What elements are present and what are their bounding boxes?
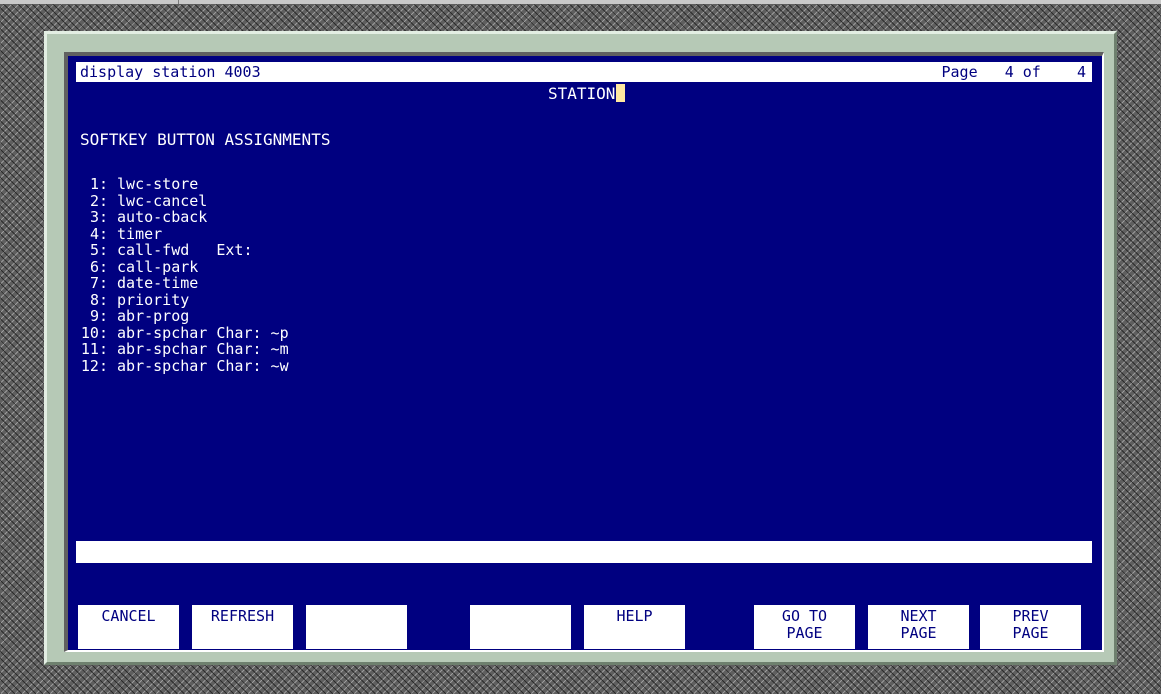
softkey-row[interactable]: 5: call-fwd Ext: bbox=[80, 242, 289, 259]
section-title: SOFTKEY BUTTON ASSIGNMENTS bbox=[80, 130, 331, 149]
fkey-label-line2: PAGE bbox=[1012, 624, 1049, 642]
softkey-value[interactable]: call-park bbox=[117, 258, 198, 276]
softkey-value[interactable]: lwc-cancel bbox=[117, 192, 207, 210]
softkey-row[interactable]: 4: timer bbox=[80, 224, 289, 243]
softkey-value[interactable]: date-time bbox=[117, 274, 198, 292]
softkey-value[interactable]: priority bbox=[117, 291, 189, 309]
softkey-number: 3: bbox=[89, 208, 108, 226]
softkey-row[interactable]: 11: abr-spchar Char: ~m bbox=[80, 341, 289, 358]
window-tab-divider bbox=[178, 0, 179, 4]
fkey-label-line1: PREV bbox=[1012, 607, 1049, 625]
softkey-row[interactable]: 9: abr-prog bbox=[80, 308, 289, 325]
softkey-row[interactable]: 10: abr-spchar Char: ~p bbox=[80, 323, 289, 342]
softkey-row[interactable]: 8: priority bbox=[80, 290, 289, 309]
fkey-label-line1: REFRESH bbox=[210, 607, 275, 625]
form-name: STATION bbox=[548, 84, 616, 103]
page-current: 4 bbox=[1004, 63, 1014, 81]
softkey-value[interactable]: call-fwd Ext: bbox=[117, 241, 252, 259]
softkey-row[interactable]: 1: lwc-store bbox=[80, 176, 289, 193]
softkey-value[interactable]: abr-spchar Char: ~p bbox=[117, 324, 289, 342]
softkey-row[interactable]: 6: call-park bbox=[80, 257, 289, 276]
softkey-value[interactable]: abr-spchar Char: ~w bbox=[117, 357, 289, 375]
page-of-label: of bbox=[1022, 63, 1041, 81]
terminal-screen[interactable]: display station 4003 Page 4 of 4 STATION… bbox=[64, 52, 1104, 652]
cancel-button[interactable]: CANCEL bbox=[78, 605, 179, 649]
softkey-number: 4: bbox=[89, 224, 108, 243]
softkey-number: 11: bbox=[80, 340, 108, 358]
fkey-label-line2: PAGE bbox=[786, 624, 823, 642]
softkey-number: 5: bbox=[89, 241, 108, 259]
fkey-label-line1: HELP bbox=[616, 607, 653, 625]
softkey-row[interactable]: 3: auto-cback bbox=[80, 209, 289, 226]
softkey-number: 10: bbox=[80, 323, 108, 342]
softkey-number: 9: bbox=[89, 307, 108, 325]
page-indicator: Page 4 of 4 bbox=[942, 62, 1087, 82]
page-total: 4 bbox=[1076, 63, 1086, 81]
softkey-value[interactable]: abr-prog bbox=[117, 307, 189, 325]
softkey-number: 8: bbox=[89, 290, 108, 309]
blank-function-key-4[interactable] bbox=[470, 605, 571, 649]
help-button[interactable]: HELP bbox=[584, 605, 685, 649]
softkey-row[interactable]: 7: date-time bbox=[80, 275, 289, 292]
text-cursor[interactable] bbox=[616, 84, 626, 102]
go-to-page-button[interactable]: GO TO PAGE bbox=[754, 605, 855, 649]
next-page-button[interactable]: NEXT PAGE bbox=[868, 605, 969, 649]
softkey-value[interactable]: timer bbox=[117, 225, 162, 243]
softkey-number: 6: bbox=[89, 257, 108, 276]
form-heading: STATION bbox=[548, 84, 626, 104]
message-line bbox=[76, 541, 1092, 563]
softkey-number: 1: bbox=[89, 175, 108, 193]
softkey-value[interactable]: auto-cback bbox=[117, 208, 207, 226]
title-bar: display station 4003 Page 4 of 4 bbox=[76, 62, 1092, 82]
fkey-label-line2: PAGE bbox=[900, 624, 937, 642]
softkey-row[interactable]: 12: abr-spchar Char: ~w bbox=[80, 356, 289, 375]
fkey-label-line1: CANCEL bbox=[101, 607, 156, 625]
fkey-label-line1: NEXT bbox=[900, 607, 937, 625]
softkey-number: 7: bbox=[89, 274, 108, 292]
softkey-value[interactable]: abr-spchar Char: ~m bbox=[117, 340, 289, 358]
prev-page-button[interactable]: PREV PAGE bbox=[980, 605, 1081, 649]
command-title: display station 4003 bbox=[80, 63, 261, 81]
blank-function-key-3[interactable] bbox=[306, 605, 407, 649]
softkey-number: 12: bbox=[80, 356, 108, 375]
softkey-number: 2: bbox=[89, 191, 108, 210]
page-label: Page bbox=[941, 63, 978, 81]
softkey-list: 1: lwc-store 2: lwc-cancel 3: auto-cback… bbox=[80, 176, 289, 374]
refresh-button[interactable]: REFRESH bbox=[192, 605, 293, 649]
window-top-strip bbox=[0, 0, 1161, 4]
fkey-label-line1: GO TO bbox=[781, 607, 828, 625]
softkey-value[interactable]: lwc-store bbox=[117, 175, 198, 193]
softkey-row[interactable]: 2: lwc-cancel bbox=[80, 191, 289, 210]
